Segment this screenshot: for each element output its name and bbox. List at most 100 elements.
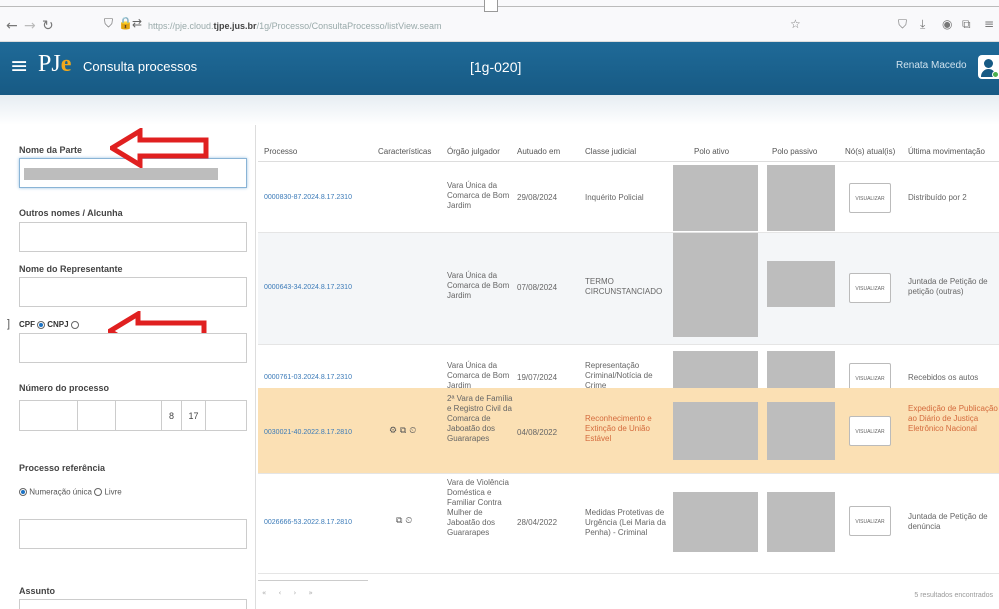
col-orgao-julgador[interactable]: Órgão julgador — [447, 147, 500, 156]
redacted-polo-ativo — [673, 233, 758, 337]
ultima-movimentacao-cell: Juntada de Petição de denúncia — [908, 512, 988, 531]
annotation-arrow-icon — [110, 128, 209, 168]
visualizar-button[interactable]: VISUALIZAR — [849, 416, 891, 446]
autuado-cell: 07/08/2024 — [517, 283, 558, 292]
processo-link[interactable]: 0030021-40.2022.8.17.2810 — [264, 428, 352, 438]
visualizar-button[interactable]: VISUALIZAR — [849, 506, 891, 536]
table-row[interactable]: 0000830-87.2024.8.17.2310 Vara Única da … — [258, 163, 999, 233]
numero-segmento-input[interactable]: 8 — [162, 401, 182, 430]
user-name[interactable]: Renata Macedo — [896, 60, 967, 71]
reload-icon[interactable]: ↻ — [42, 18, 54, 34]
processo-link[interactable]: 0026666-53.2022.8.17.2810 — [264, 518, 352, 528]
user-avatar-icon[interactable] — [978, 55, 999, 79]
numero-ano-input[interactable] — [116, 401, 162, 430]
classe-cell: Representação Criminal/Notícia de Crime — [585, 361, 653, 390]
org-unit-title: [1g-020] — [470, 59, 522, 75]
header-shadow — [0, 95, 999, 125]
cpf-cnpj-radio-group: CPF CNPJ — [19, 320, 79, 329]
orgao-julgador-cell: Vara de Violência Doméstica e Familiar C… — [447, 478, 509, 537]
redacted-polo-passivo — [767, 492, 835, 552]
representante-label: Nome do Representante — [19, 264, 123, 274]
shield-icon[interactable]: ⛉ — [104, 16, 113, 31]
address-bar[interactable]: https://pje.cloud.tjpe.jus.br/1g/Process… — [148, 15, 668, 37]
browser-toolbar: ← → ↻ ⛉ 🔒 ⇄ https://pje.cloud.tjpe.jus.b… — [0, 0, 999, 42]
col-caracteristicas[interactable]: Características — [378, 147, 431, 156]
orgao-julgador-cell: Vara Única da Comarca de Bom Jardim — [447, 181, 510, 210]
menu-icon[interactable]: ≡ — [984, 17, 994, 31]
col-processo[interactable]: Processo — [264, 147, 297, 156]
download-icon[interactable]: ⤓ — [920, 17, 925, 32]
outros-nomes-label: Outros nomes / Alcunha — [19, 208, 123, 218]
numero-seq-input[interactable] — [20, 401, 78, 430]
numero-processo-label: Número do processo — [19, 383, 110, 393]
app-header: ≡ PJe Consulta processos [1g-020] Renata… — [0, 42, 999, 95]
processo-ref-radio-group: Numeração única Livre — [19, 487, 122, 496]
numero-dv-input[interactable] — [78, 401, 116, 430]
account-icon[interactable]: ◉ — [942, 17, 952, 31]
url-host: tjpe.jus.br — [213, 21, 257, 31]
processo-link[interactable]: 0000830-87.2024.8.17.2310 — [264, 193, 352, 203]
table-row[interactable]: 0030021-40.2022.8.17.2810 ⚙ ⧉ ⏲ 2ª Vara … — [258, 388, 999, 474]
col-polo-passivo[interactable]: Polo passivo — [772, 147, 817, 156]
classe-cell: TERMO CIRCUNSTANCIADO — [585, 277, 663, 296]
visualizar-button[interactable]: VISUALIZAR — [849, 273, 891, 303]
col-ultima-movimentacao[interactable]: Última movimentação — [908, 147, 985, 156]
livre-label: Livre — [104, 487, 122, 497]
cpf-cnpj-input[interactable] — [19, 333, 247, 363]
cpf-label: CPF — [19, 320, 35, 330]
cpf-radio[interactable] — [37, 320, 45, 329]
cnpj-radio[interactable] — [70, 320, 79, 329]
autuado-cell: 04/08/2022 — [517, 428, 558, 437]
hamburger-menu-icon[interactable]: ≡ — [10, 54, 28, 79]
numero-processo-input-group: 8 17 — [19, 400, 247, 431]
col-classe-judicial[interactable]: Classe judicial — [585, 147, 636, 156]
outros-nomes-input[interactable] — [19, 222, 247, 252]
visualizar-button[interactable]: VISUALIZAR — [849, 183, 891, 213]
autuado-cell: 29/08/2024 — [517, 193, 558, 202]
results-count: 5 resultados encontrados — [914, 592, 993, 599]
results-table: Processo Características Órgão julgador … — [258, 125, 999, 609]
ultima-movimentacao-cell: Expedição de Publicação ao Diário de Jus… — [908, 404, 998, 433]
url-prefix: https://pje.cloud. — [148, 21, 214, 31]
pje-logo: PJe — [38, 51, 72, 77]
back-arrow-icon[interactable]: ← — [6, 18, 18, 34]
lock-icon[interactable]: 🔒 — [118, 16, 133, 30]
forward-arrow-icon[interactable]: → — [24, 18, 36, 34]
representante-input[interactable] — [19, 277, 247, 307]
classe-cell: Medidas Protetivas de Urgência (Lei Mari… — [585, 508, 666, 537]
extensions-icon[interactable]: ⧉ — [962, 17, 971, 32]
orgao-julgador-cell: 2ª Vara de Família e Registro Civil da C… — [447, 394, 513, 443]
assunto-input[interactable] — [19, 599, 247, 609]
table-row[interactable]: 0026666-53.2022.8.17.2810 ⧉ ⏲ Vara de Vi… — [258, 474, 999, 574]
processo-ref-input[interactable] — [19, 519, 247, 549]
ultima-movimentacao-cell: Juntada de Petição de petição (outras) — [908, 277, 988, 296]
numeracao-unica-radio[interactable] — [19, 487, 27, 496]
col-autuado-em[interactable]: Autuado em — [517, 147, 560, 156]
bookmark-star-icon[interactable]: ☆ — [790, 17, 801, 31]
caracteristicas-icons[interactable]: ⚙ ⧉ ⏲ — [389, 426, 416, 436]
processo-link[interactable]: 0000643-34.2024.8.17.2310 — [264, 283, 352, 293]
classe-cell: Inquérito Policial — [585, 193, 644, 202]
numero-tribunal-input[interactable]: 17 — [182, 401, 206, 430]
tab-handle[interactable] — [484, 0, 498, 12]
numero-origem-input[interactable] — [206, 401, 246, 430]
livre-radio[interactable] — [94, 487, 103, 496]
tab-strip-line — [0, 6, 999, 7]
filter-panel: Nome da Parte Outros nomes / Alcunha Nom… — [0, 125, 256, 609]
caracteristicas-icons[interactable]: ⧉ ⏲ — [396, 516, 412, 526]
processo-link[interactable]: 0000761-03.2024.8.17.2310 — [264, 373, 352, 383]
autuado-cell: 19/07/2024 — [517, 373, 558, 382]
table-row[interactable]: 0000643-34.2024.8.17.2310 Vara Única da … — [258, 233, 999, 345]
redacted-polo-passivo — [767, 165, 835, 231]
assunto-label: Assunto — [19, 586, 55, 596]
col-polo-ativo[interactable]: Polo ativo — [694, 147, 729, 156]
permissions-icon[interactable]: ⇄ — [132, 16, 142, 30]
ultima-movimentacao-cell: Distribuído por 2 — [908, 193, 967, 202]
autuado-cell: 28/04/2022 — [517, 518, 558, 527]
redacted-polo-ativo — [673, 402, 758, 460]
table-header: Processo Características Órgão julgador … — [258, 125, 999, 162]
url-path: /1g/Processo/ConsultaProcesso/listView.s… — [256, 21, 442, 31]
pagination[interactable]: « ‹ › » — [258, 580, 368, 602]
col-nos-atuais[interactable]: Nó(s) atual(is) — [845, 147, 895, 156]
pocket-icon[interactable]: ⛉ — [898, 17, 907, 32]
